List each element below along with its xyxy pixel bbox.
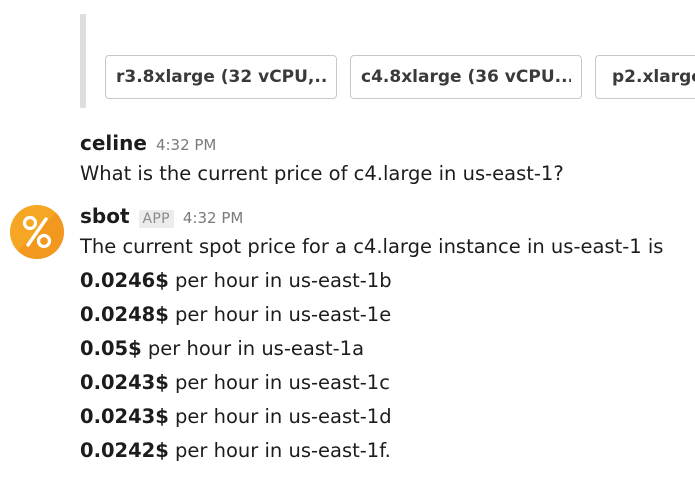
price-text: per hour in us-east-1e — [168, 303, 392, 326]
price-line: 0.0246$ per hour in us-east-1b — [80, 269, 392, 293]
instance-button-label: p2.xlarge — [612, 67, 695, 87]
price-value: 0.0242$ — [80, 439, 169, 462]
message-timestamp[interactable]: 4:32 PM — [156, 136, 216, 154]
price-value: 0.0246$ — [80, 269, 169, 292]
price-value: 0.0243$ — [80, 405, 169, 428]
price-value: 0.0248$ — [80, 303, 169, 326]
message-header: celine 4:32 PM — [80, 131, 216, 155]
price-line: 0.0243$ per hour in us-east-1c — [80, 371, 390, 395]
message-text: What is the current price of c4.large in… — [80, 162, 564, 185]
instance-button-r3-8xlarge[interactable]: r3.8xlarge (32 vCPU,... — [105, 55, 337, 99]
price-text: per hour in us-east-1b — [168, 269, 392, 292]
avatar[interactable] — [10, 205, 64, 259]
price-line: 0.0248$ per hour in us-east-1e — [80, 303, 391, 327]
instance-button-p2-xlarge[interactable]: p2.xlarge — [595, 55, 695, 99]
price-text: per hour in us-east-1f. — [168, 439, 391, 462]
instance-button-label: c4.8xlarge (36 vCPU... — [361, 67, 571, 87]
sender-name[interactable]: celine — [80, 131, 147, 155]
price-line: 0.0243$ per hour in us-east-1d — [80, 405, 392, 429]
message-timestamp[interactable]: 4:32 PM — [183, 209, 243, 227]
sender-name[interactable]: sbot — [80, 204, 130, 228]
price-text: per hour in us-east-1c — [168, 371, 390, 394]
price-line: 0.05$ per hour in us-east-1a — [80, 337, 364, 361]
app-badge: APP — [138, 210, 174, 228]
percent-icon — [10, 205, 64, 259]
price-text: per hour in us-east-1d — [168, 405, 392, 428]
instance-button-label: r3.8xlarge (32 vCPU,... — [116, 67, 326, 87]
message-text: The current spot price for a c4.large in… — [80, 235, 664, 258]
message-header: sbot APP 4:32 PM — [80, 204, 243, 228]
price-text: per hour in us-east-1a — [141, 337, 365, 360]
price-value: 0.05$ — [80, 337, 142, 360]
instance-button-c4-8xlarge[interactable]: c4.8xlarge (36 vCPU... — [350, 55, 582, 99]
price-value: 0.0243$ — [80, 371, 169, 394]
attachment-quote-bar — [80, 14, 86, 108]
price-line: 0.0242$ per hour in us-east-1f. — [80, 439, 391, 463]
